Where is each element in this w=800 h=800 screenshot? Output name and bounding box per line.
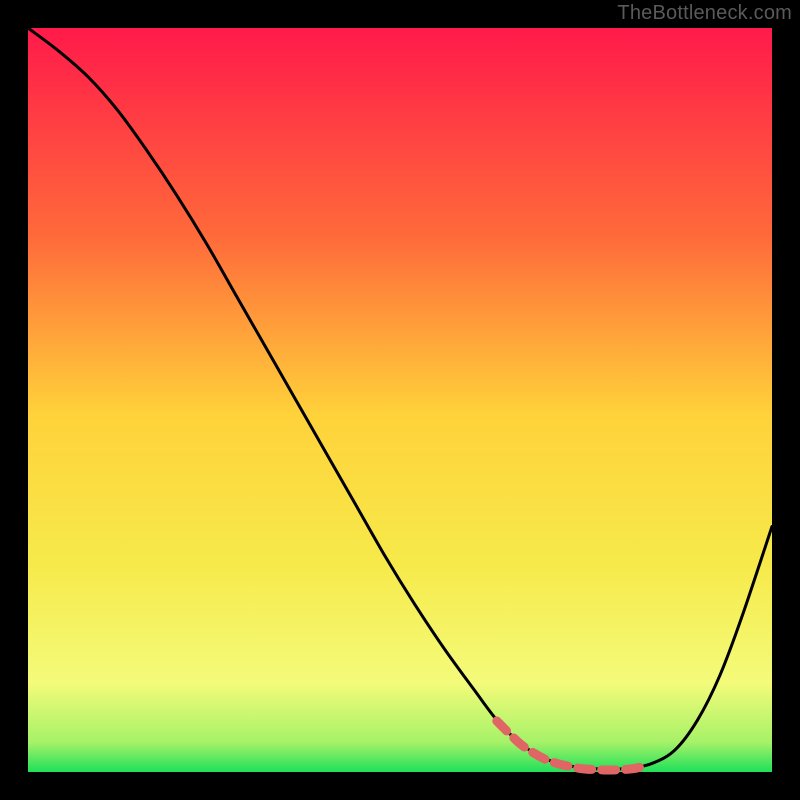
watermark-label: TheBottleneck.com <box>617 2 792 25</box>
bottleneck-chart <box>0 0 800 800</box>
chart-container: TheBottleneck.com <box>0 0 800 800</box>
